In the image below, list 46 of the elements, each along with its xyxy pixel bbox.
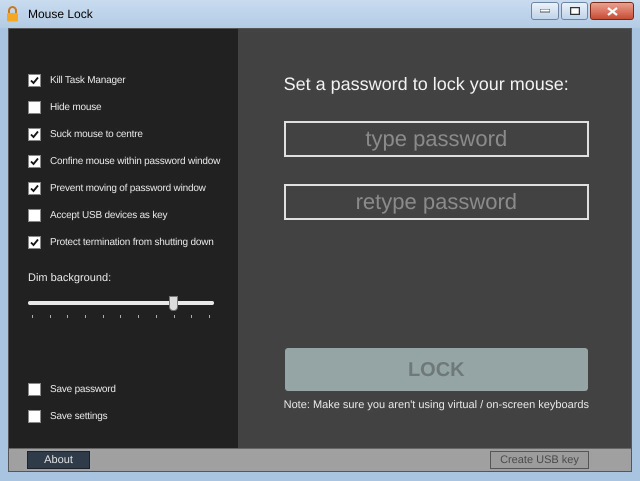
checkbox[interactable] bbox=[28, 382, 41, 396]
close-icon bbox=[606, 6, 618, 16]
checkbox[interactable] bbox=[28, 74, 41, 87]
option-label: Confine mouse within password window bbox=[50, 155, 220, 169]
option-label: Protect termination from shutting down bbox=[50, 236, 214, 250]
option-label: Suck mouse to centre bbox=[50, 128, 143, 142]
maximize-button[interactable] bbox=[561, 2, 588, 20]
checkmark-icon bbox=[30, 157, 39, 166]
slider-thumb[interactable] bbox=[169, 296, 178, 310]
minimize-button[interactable] bbox=[531, 2, 559, 20]
dim-background-slider[interactable] bbox=[28, 296, 214, 320]
slider-tick bbox=[191, 314, 192, 318]
option-label: Accept USB devices as key bbox=[50, 209, 168, 223]
minimize-icon bbox=[540, 9, 550, 13]
slider-tick bbox=[208, 314, 210, 318]
slider-tick bbox=[156, 314, 157, 318]
checkbox[interactable] bbox=[28, 128, 41, 141]
option-label: Hide mouse bbox=[50, 101, 102, 115]
close-button[interactable] bbox=[590, 2, 634, 20]
checkbox[interactable] bbox=[28, 182, 41, 195]
checkbox[interactable] bbox=[28, 101, 41, 114]
checkmark-icon bbox=[30, 238, 39, 247]
about-button[interactable]: About bbox=[27, 451, 90, 469]
checkbox[interactable] bbox=[28, 410, 41, 422]
window-title: Mouse Lock bbox=[28, 6, 93, 23]
dim-background-label: Dim background: bbox=[28, 271, 112, 286]
padlock-icon bbox=[6, 6, 19, 22]
option-label: Save password bbox=[50, 382, 116, 396]
slider-tick bbox=[102, 314, 104, 318]
note-text: Note: Make sure you aren't using virtual / on-screen keyboards bbox=[284, 398, 589, 413]
checkbox[interactable] bbox=[28, 236, 41, 249]
checkmark-icon bbox=[30, 76, 39, 85]
checkbox[interactable] bbox=[28, 155, 41, 168]
slider-tick bbox=[85, 314, 86, 318]
option-label: Prevent moving of password window bbox=[50, 182, 206, 196]
checkmark-icon bbox=[30, 130, 39, 139]
retype-password-field[interactable]: retype password bbox=[284, 184, 589, 220]
checkbox[interactable] bbox=[28, 209, 41, 222]
maximize-icon bbox=[570, 7, 580, 15]
option-label: Save settings bbox=[50, 410, 108, 424]
slider-tick bbox=[32, 314, 33, 318]
slider-tick bbox=[138, 314, 140, 318]
checkmark-icon bbox=[30, 184, 39, 193]
option-label: Kill Task Manager bbox=[50, 74, 126, 88]
password-field[interactable]: type password bbox=[284, 121, 589, 157]
heading: Set a password to lock your mouse: bbox=[284, 73, 570, 96]
